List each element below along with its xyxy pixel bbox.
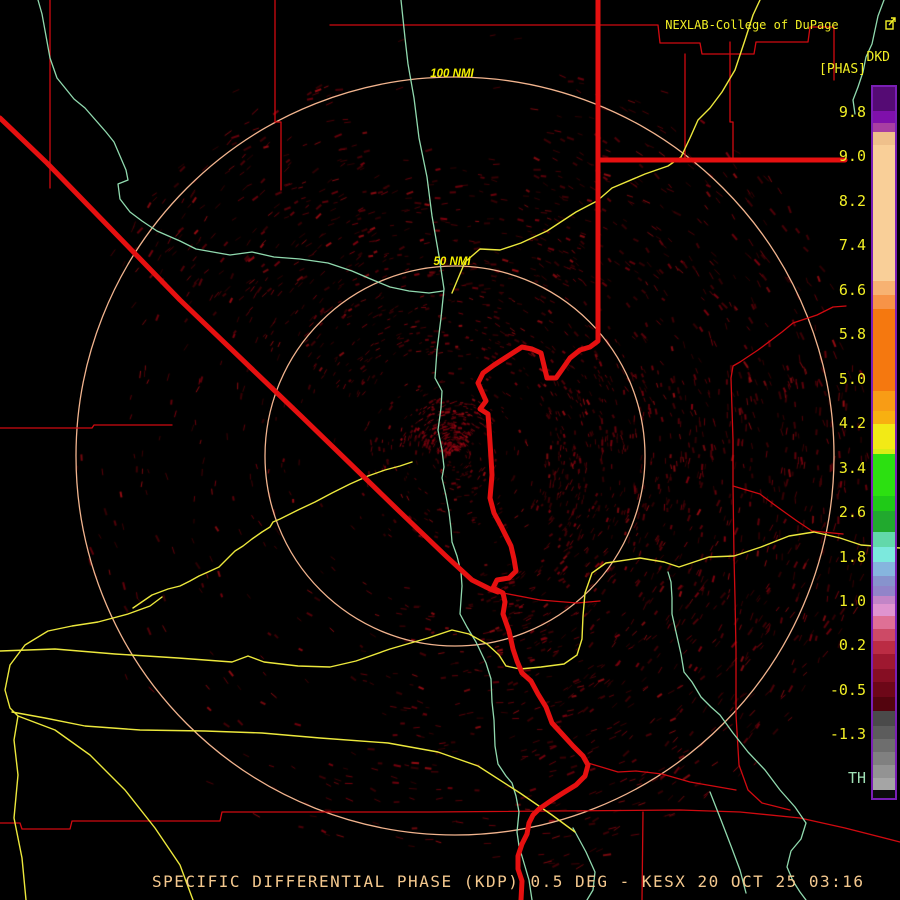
color-scale-segment (873, 669, 895, 682)
color-scale-segment (873, 790, 895, 798)
color-scale-tick-label: 2.6 (838, 503, 866, 522)
site-title: NEXLAB-College of DuPage (665, 4, 896, 47)
county-boundary-line (274, 0, 282, 191)
color-scale-tick-label: 1.0 (838, 591, 866, 610)
color-scale-tick-label: 5.8 (838, 325, 866, 344)
color-scale-segment (873, 123, 895, 132)
color-scale-segment (873, 654, 895, 669)
color-scale-bottom-label: TH (847, 769, 866, 787)
color-scale-segment (873, 547, 895, 562)
map-overlay-layer (0, 0, 900, 900)
color-scale-tick-label: 9.8 (838, 103, 866, 121)
highway-line (4, 596, 163, 900)
color-scale-segment (873, 711, 895, 726)
color-scale-segment (873, 586, 895, 596)
color-scale-segment (873, 616, 895, 629)
range-ring-100-label: 100 NMI (430, 68, 474, 80)
county-boundary-line (729, 41, 734, 159)
color-scale-segment (873, 682, 895, 697)
product-id-label: DKD (866, 50, 890, 65)
color-scale-segment (873, 726, 895, 739)
color-scale-segment (873, 295, 895, 309)
color-scale-tick-label: -1.3 (829, 725, 866, 744)
color-scale-segment (873, 511, 895, 532)
color-scale-segment (873, 309, 895, 391)
river-line (400, 0, 533, 900)
product-caption: SPECIFIC DIFFERENTIAL PHASE (KDP) 0.5 DE… (152, 872, 865, 891)
color-scale-segment (873, 496, 895, 511)
color-scale-tick-label: 7.4 (838, 236, 866, 255)
color-scale-segment (873, 596, 895, 604)
color-scale-segment (873, 641, 895, 654)
color-scale-segment (873, 111, 895, 123)
color-scale-segment (873, 604, 895, 616)
color-scale-tick-label: 0.2 (838, 636, 866, 655)
color-scale-tick-label: 4.2 (838, 414, 866, 433)
color-scale-tick-label: 1.8 (838, 547, 866, 566)
range-ring-50-label: 50 NMI (433, 256, 471, 268)
color-scale-segment (873, 454, 895, 496)
color-scale-segment (873, 629, 895, 641)
county-boundary-line (0, 809, 900, 843)
color-scale-bar (871, 85, 897, 800)
color-scale-segment (873, 532, 895, 547)
river-line (37, 0, 444, 294)
highway-line (0, 531, 900, 670)
interstate-line (0, 115, 501, 595)
color-scale-segment (873, 145, 895, 281)
units-label: [PHAS] (819, 62, 866, 77)
range-ring-100 (75, 76, 835, 836)
color-scale-segment (873, 765, 895, 778)
color-scale-segment (873, 778, 895, 790)
color-scale-tick-label: 9.0 (838, 147, 866, 166)
color-scale-segment (873, 424, 895, 449)
color-scale-segment (873, 87, 895, 111)
color-scale-segment (873, 697, 895, 711)
county-boundary-line (0, 424, 173, 429)
color-scale-tick-label: -0.5 (829, 680, 866, 699)
highway-line (11, 711, 576, 833)
color-scale-segment (873, 391, 895, 411)
interstate-line (475, 0, 601, 900)
cod-logo-icon (842, 4, 896, 47)
color-scale-tick-label: 5.0 (838, 369, 866, 388)
site-title-text: NEXLAB-College of DuPage (665, 17, 839, 32)
color-scale-tick-label: 8.2 (838, 191, 866, 210)
color-scale-segment (873, 562, 895, 576)
color-scale-segment (873, 752, 895, 765)
radar-display: 100 NMI 50 NMI NEXLAB-College of DuPage … (0, 0, 900, 900)
range-ring-50 (264, 265, 646, 647)
color-scale-tick-label: 6.6 (838, 280, 866, 299)
color-scale-segment (873, 281, 895, 295)
county-boundary-line (587, 762, 737, 791)
color-scale-segment (873, 576, 895, 586)
color-scale-segment (873, 411, 895, 424)
color-scale-segment (873, 739, 895, 752)
color-scale-tick-label: 3.4 (838, 458, 866, 477)
color-scale-segment (873, 132, 895, 145)
